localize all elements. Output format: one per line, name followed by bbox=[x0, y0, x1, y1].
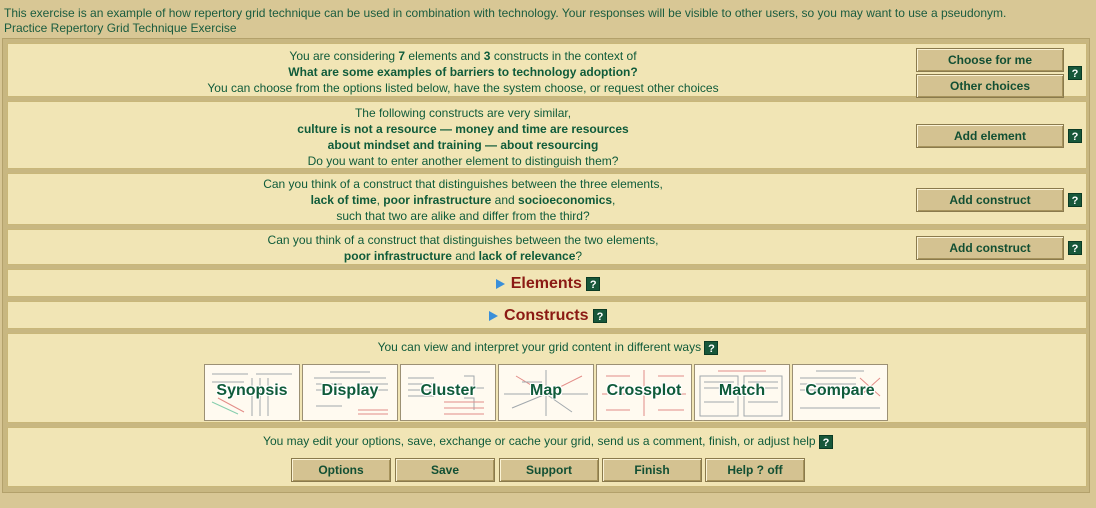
expand-triangle-icon[interactable] bbox=[495, 278, 505, 289]
triad-line-1: Can you think of a construct that distin… bbox=[263, 177, 663, 191]
context-panel: You are considering 7 elements and 3 con… bbox=[7, 43, 1087, 98]
display-view-button[interactable]: Display bbox=[302, 364, 398, 421]
crossplot-view-button[interactable]: Crossplot bbox=[596, 364, 692, 421]
context-question: What are some examples of barriers to te… bbox=[288, 65, 638, 79]
elements-section: Elements ? bbox=[7, 269, 1087, 297]
context-mid: elements and bbox=[405, 49, 484, 63]
help-off-button[interactable]: Help ? off bbox=[705, 458, 805, 482]
expand-triangle-icon[interactable] bbox=[489, 310, 499, 321]
punctuation: , bbox=[612, 193, 616, 207]
add-construct-triad-button[interactable]: Add construct bbox=[916, 188, 1064, 212]
conjunction: and bbox=[491, 193, 519, 207]
context-line-3: You can choose from the options listed b… bbox=[207, 81, 719, 95]
intro-text: This exercise is an example of how reper… bbox=[0, 0, 1096, 36]
match-view-button[interactable]: Match bbox=[694, 364, 790, 421]
intro-line-1: This exercise is an example of how reper… bbox=[4, 6, 1007, 20]
views-intro: You can view and interpret your grid con… bbox=[8, 340, 1088, 355]
cluster-label[interactable]: Cluster bbox=[401, 382, 495, 400]
other-choices-button[interactable]: Other choices bbox=[916, 74, 1064, 98]
choose-for-me-button[interactable]: Choose for me bbox=[916, 48, 1064, 72]
map-label[interactable]: Map bbox=[499, 382, 593, 400]
footer-text: You may edit your options, save, exchang… bbox=[263, 434, 816, 448]
similar-line-4: Do you want to enter another element to … bbox=[307, 154, 619, 168]
punctuation: ? bbox=[575, 249, 583, 263]
main-frame: You are considering 7 elements and 3 con… bbox=[2, 38, 1090, 493]
support-button[interactable]: Support bbox=[499, 458, 599, 482]
footer-intro: You may edit your options, save, exchang… bbox=[8, 434, 1088, 449]
help-icon[interactable]: ? bbox=[818, 434, 833, 449]
constructs-label[interactable]: Constructs bbox=[504, 307, 588, 324]
context-line-1: You are considering 7 elements and 3 con… bbox=[8, 48, 918, 64]
synopsis-label[interactable]: Synopsis bbox=[205, 382, 299, 400]
add-construct-dyad-button[interactable]: Add construct bbox=[916, 236, 1064, 260]
triad-element-2: poor infrastructure bbox=[383, 193, 492, 207]
triad-element-1: lack of time bbox=[310, 193, 377, 207]
constructs-section: Constructs ? bbox=[7, 301, 1087, 329]
match-label[interactable]: Match bbox=[695, 382, 789, 400]
views-panel: You can view and interpret your grid con… bbox=[7, 333, 1087, 423]
help-icon[interactable]: ? bbox=[586, 276, 601, 291]
dyad-elements: poor infrastructure and lack of relevanc… bbox=[8, 248, 918, 264]
help-icon[interactable]: ? bbox=[592, 308, 607, 323]
save-button[interactable]: Save bbox=[395, 458, 495, 482]
elements-label[interactable]: Elements bbox=[511, 275, 582, 292]
triad-line-3: such that two are alike and differ from … bbox=[336, 209, 590, 223]
context-pre: You are considering bbox=[289, 49, 399, 63]
help-icon[interactable]: ? bbox=[1068, 129, 1082, 143]
compare-view-button[interactable]: Compare bbox=[792, 364, 888, 421]
elements-toggle[interactable]: Elements ? bbox=[8, 275, 1088, 293]
exercise-title: Practice Repertory Grid Technique Exerci… bbox=[4, 21, 237, 35]
constructs-toggle[interactable]: Constructs ? bbox=[8, 307, 1088, 325]
triad-elements: lack of time, poor infrastructure and so… bbox=[8, 192, 918, 208]
add-element-button[interactable]: Add element bbox=[916, 124, 1064, 148]
similar-pair-2: about mindset and training — about resou… bbox=[327, 138, 599, 152]
views-intro-text: You can view and interpret your grid con… bbox=[377, 340, 702, 354]
triad-panel: Can you think of a construct that distin… bbox=[7, 173, 1087, 225]
display-label[interactable]: Display bbox=[303, 382, 397, 400]
help-icon[interactable]: ? bbox=[1068, 66, 1082, 80]
dyad-line-1: Can you think of a construct that distin… bbox=[267, 233, 659, 247]
footer-panel: You may edit your options, save, exchang… bbox=[7, 427, 1087, 487]
help-icon[interactable]: ? bbox=[1068, 241, 1082, 255]
options-button[interactable]: Options bbox=[291, 458, 391, 482]
compare-label[interactable]: Compare bbox=[793, 382, 887, 400]
map-view-button[interactable]: Map bbox=[498, 364, 594, 421]
dyad-element-1: poor infrastructure bbox=[343, 249, 452, 263]
cluster-view-button[interactable]: Cluster bbox=[400, 364, 496, 421]
similar-pair-1: culture is not a resource — money and ti… bbox=[297, 122, 629, 136]
similar-line-1: The following constructs are very simila… bbox=[354, 106, 572, 120]
triad-element-3: socioeconomics bbox=[518, 193, 613, 207]
finish-button[interactable]: Finish bbox=[602, 458, 702, 482]
similar-constructs-panel: The following constructs are very simila… bbox=[7, 101, 1087, 169]
context-post: constructs in the context of bbox=[490, 49, 637, 63]
help-icon[interactable]: ? bbox=[1068, 193, 1082, 207]
dyad-panel: Can you think of a construct that distin… bbox=[7, 229, 1087, 265]
synopsis-view-button[interactable]: Synopsis bbox=[204, 364, 300, 421]
dyad-element-2: lack of relevance bbox=[478, 249, 576, 263]
crossplot-label[interactable]: Crossplot bbox=[597, 382, 691, 400]
help-icon[interactable]: ? bbox=[704, 340, 719, 355]
conjunction: and bbox=[451, 249, 479, 263]
